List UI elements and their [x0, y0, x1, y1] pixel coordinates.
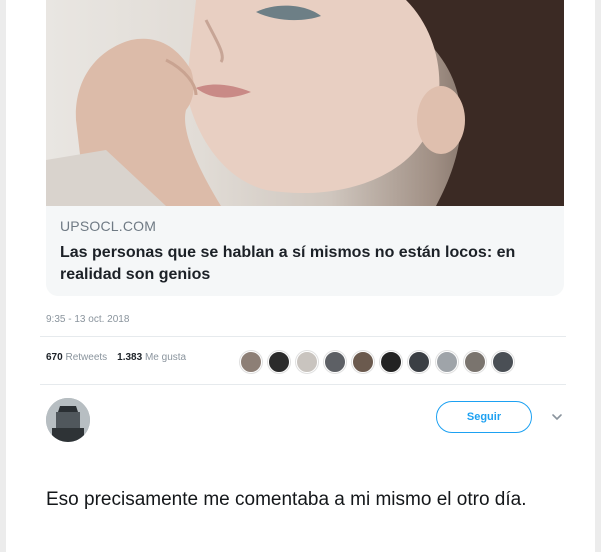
link-domain[interactable]: UPSOCL.COM [60, 218, 156, 234]
likes-count: 1.383 [117, 352, 143, 363]
liker-avatar[interactable] [268, 351, 290, 373]
engagement-stats: 670 Retweets 1.383 Me gusta [46, 352, 186, 372]
liker-avatar[interactable] [492, 351, 514, 373]
liker-avatar[interactable] [324, 351, 346, 373]
retweets-label: Retweets [65, 352, 108, 363]
article-photo[interactable] [46, 0, 564, 206]
liker-avatars [240, 350, 514, 374]
article-photo-illustration [46, 0, 564, 206]
liker-avatar[interactable] [380, 351, 402, 373]
avatar-image [46, 398, 90, 442]
chevron-down-icon[interactable] [550, 410, 564, 424]
liker-avatar[interactable] [240, 351, 262, 373]
likes-label: Me gusta [144, 352, 187, 363]
follow-button[interactable]: Seguir [436, 401, 532, 433]
reply-text: Eso precisamente me comentaba a mi mismo… [46, 489, 527, 510]
divider [40, 384, 566, 385]
link-preview-card[interactable]: UPSOCL.COM Las personas que se hablan a … [46, 0, 564, 296]
retweets-stat[interactable]: 670 Retweets [46, 352, 107, 363]
liker-avatar[interactable] [408, 351, 430, 373]
divider [40, 336, 566, 337]
likes-stat[interactable]: 1.383 Me gusta [117, 352, 186, 363]
user-avatar[interactable] [46, 398, 90, 442]
liker-avatar[interactable] [296, 351, 318, 373]
liker-avatar[interactable] [352, 351, 374, 373]
retweets-count: 670 [46, 352, 63, 363]
link-headline[interactable]: Las personas que se hablan a sí mismos n… [60, 242, 530, 286]
liker-avatar[interactable] [464, 351, 486, 373]
tweet-sheet: UPSOCL.COM Las personas que se hablan a … [6, 0, 595, 552]
liker-avatar[interactable] [436, 351, 458, 373]
tweet-timestamp[interactable]: 9:35 - 13 oct. 2018 [46, 314, 129, 325]
